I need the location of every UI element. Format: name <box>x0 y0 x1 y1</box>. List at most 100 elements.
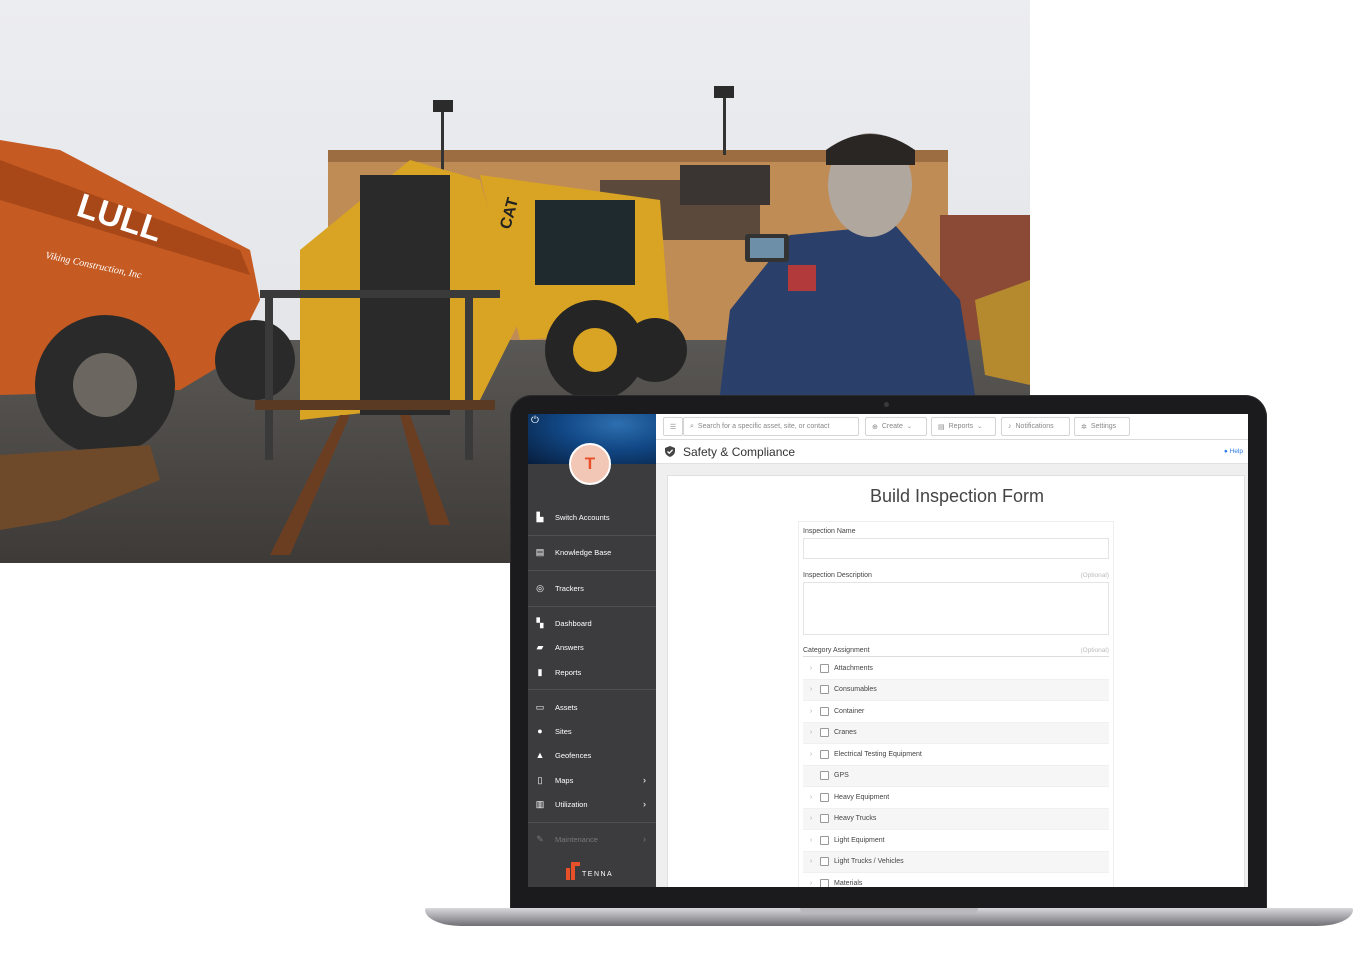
bell-icon: ♪ <box>1008 423 1012 430</box>
chevron-right-icon[interactable]: › <box>804 751 818 758</box>
category-label: GPS <box>834 772 849 780</box>
category-label: Light Trucks / Vehicles <box>834 858 904 866</box>
sidebar-item-assets[interactable]: ▭ Assets <box>528 695 656 719</box>
form-title: Build Inspection Form <box>869 486 1045 506</box>
help-circle-icon: ● <box>1223 448 1228 455</box>
document-icon: ▤ <box>938 423 945 431</box>
sidebar-item-label: Switch Accounts <box>555 512 610 522</box>
map-icon: ▯ <box>537 774 543 785</box>
composite-stage: LULL Viking Construction, Inc CAT ⏻ T ▙ … <box>0 0 1366 969</box>
wrench-icon: ✎ <box>536 833 544 844</box>
webcam-dot <box>884 402 889 407</box>
chevron-right-icon[interactable]: › <box>804 880 818 887</box>
settings-button[interactable]: ✲ Settings <box>1074 417 1130 436</box>
sidebar-item-switch-accounts[interactable]: ▙ Switch Accounts <box>528 505 656 529</box>
category-label: Electrical Testing Equipment <box>834 750 922 758</box>
chat-icon: ▰ <box>536 641 544 652</box>
category-checkbox[interactable] <box>820 835 829 845</box>
app-screen: ⏻ T ▙ Switch Accounts ▤ Knowledge Base ◎… <box>528 414 1248 887</box>
chart-icon: ▥ <box>535 798 545 809</box>
settings-label: Settings <box>1090 423 1117 430</box>
notifications-label: Notifications <box>1015 423 1054 430</box>
sidebar-item-trackers[interactable]: ◎ Trackers <box>528 576 656 600</box>
category-divider <box>803 656 1109 657</box>
chevron-right-icon[interactable]: › <box>804 686 818 693</box>
help-link[interactable]: ● Help <box>1224 448 1243 455</box>
sidebar-item-knowledge-base[interactable]: ▤ Knowledge Base <box>528 540 656 564</box>
sidebar-item-label: Answers <box>555 642 584 652</box>
tracker-icon: ◎ <box>536 582 544 593</box>
shapes-icon: ▲ <box>535 750 545 760</box>
shield-check-icon <box>665 446 675 457</box>
sidebar-item-label: Maintenance <box>555 834 598 844</box>
sidebar-item-sites[interactable]: ● Sites <box>528 719 656 743</box>
avatar[interactable]: T <box>569 443 611 485</box>
category-row-heavy-equipment[interactable]: › Heavy Equipment <box>803 787 1109 809</box>
category-row-attachments[interactable]: › Attachments <box>803 658 1109 680</box>
sidebar-item-reports[interactable]: ▮ Reports <box>528 660 656 684</box>
notifications-button[interactable]: ♪ Notifications <box>1001 417 1070 436</box>
category-checkbox[interactable] <box>820 771 829 781</box>
category-checkbox[interactable] <box>820 728 829 738</box>
category-row-cranes[interactable]: › Cranes <box>803 722 1109 744</box>
sidebar-item-label: Dashboard <box>555 618 592 628</box>
laptop-notch <box>800 908 978 914</box>
category-row-materials[interactable]: › Materials <box>803 873 1109 887</box>
sidebar-item-geofences[interactable]: ▲ Geofences <box>528 743 656 767</box>
category-row-gps[interactable]: GPS <box>803 765 1109 787</box>
chevron-right-icon[interactable]: › <box>804 794 818 801</box>
inspection-description-label: Inspection Description <box>803 572 872 579</box>
reports-button[interactable]: ▤ Reports ⌄ <box>931 417 996 436</box>
search-icon: ⌕ <box>690 422 694 430</box>
inspection-description-textarea[interactable] <box>803 582 1109 635</box>
category-checkbox[interactable] <box>820 814 829 824</box>
chevron-right-icon[interactable]: › <box>804 815 818 822</box>
inspection-name-input[interactable] <box>803 538 1109 559</box>
sidebar-item-label: Geofences <box>555 750 592 760</box>
category-row-container[interactable]: › Container <box>803 701 1109 723</box>
category-label: Consumables <box>834 686 877 694</box>
sidebar-item-maintenance[interactable]: ✎ Maintenance › <box>528 827 656 851</box>
chevron-right-icon[interactable]: › <box>804 665 818 672</box>
sidebar-item-utilization[interactable]: ▥ Utilization › <box>528 792 656 816</box>
sidebar-item-label: Sites <box>555 726 572 736</box>
chevron-right-icon[interactable]: › <box>804 837 818 844</box>
category-checkbox[interactable] <box>820 878 829 887</box>
category-label: Light Equipment <box>834 836 885 844</box>
plus-circle-icon: ⊕ <box>872 423 878 431</box>
category-row-light-equipment[interactable]: › Light Equipment <box>803 830 1109 852</box>
search-input[interactable]: ⌕ Search for a specific asset, site, or … <box>683 417 859 436</box>
power-icon[interactable]: ⏻ <box>531 416 539 426</box>
create-button[interactable]: ⊕ Create ⌄ <box>865 417 927 436</box>
category-checkbox[interactable] <box>820 706 829 716</box>
sidebar-divider <box>528 606 656 607</box>
category-checkbox[interactable] <box>820 749 829 759</box>
category-row-heavy-trucks[interactable]: › Heavy Trucks <box>803 808 1109 830</box>
category-checkbox[interactable] <box>820 663 829 673</box>
form-fields: Inspection Name Inspection Description (… <box>798 521 1114 887</box>
sidebar-item-label: Knowledge Base <box>555 547 612 557</box>
category-checkbox[interactable] <box>820 792 829 802</box>
brand-wordmark: TENNA <box>582 871 614 878</box>
category-checkbox[interactable] <box>820 685 829 695</box>
search-placeholder: Search for a specific asset, site, or co… <box>697 423 830 430</box>
category-label: Heavy Trucks <box>834 815 877 823</box>
sidebar-item-maps[interactable]: ▯ Maps › <box>528 768 656 792</box>
sidebar: ⏻ T ▙ Switch Accounts ▤ Knowledge Base ◎… <box>528 414 656 887</box>
chevron-right-icon[interactable]: › <box>804 729 818 736</box>
category-checkbox[interactable] <box>820 857 829 867</box>
book-icon: ▤ <box>535 546 545 557</box>
category-row-light-trucks-vehicles[interactable]: › Light Trucks / Vehicles <box>803 851 1109 873</box>
create-label: Create <box>881 423 903 430</box>
gear-icon: ✲ <box>1081 423 1087 431</box>
pin-icon: ● <box>537 726 543 736</box>
chevron-right-icon[interactable]: › <box>804 858 818 865</box>
category-row-consumables[interactable]: › Consumables <box>803 679 1109 701</box>
chevron-right-icon: › <box>643 834 646 844</box>
menu-toggle-button[interactable]: ☰ <box>663 417 683 436</box>
sidebar-item-answers[interactable]: ▰ Answers <box>528 635 656 659</box>
category-row-electrical-testing-equipment[interactable]: › Electrical Testing Equipment <box>803 744 1109 766</box>
file-icon: ▮ <box>537 666 543 677</box>
chevron-right-icon[interactable]: › <box>804 708 818 715</box>
sidebar-item-dashboard[interactable]: ▚ Dashboard <box>528 611 656 635</box>
